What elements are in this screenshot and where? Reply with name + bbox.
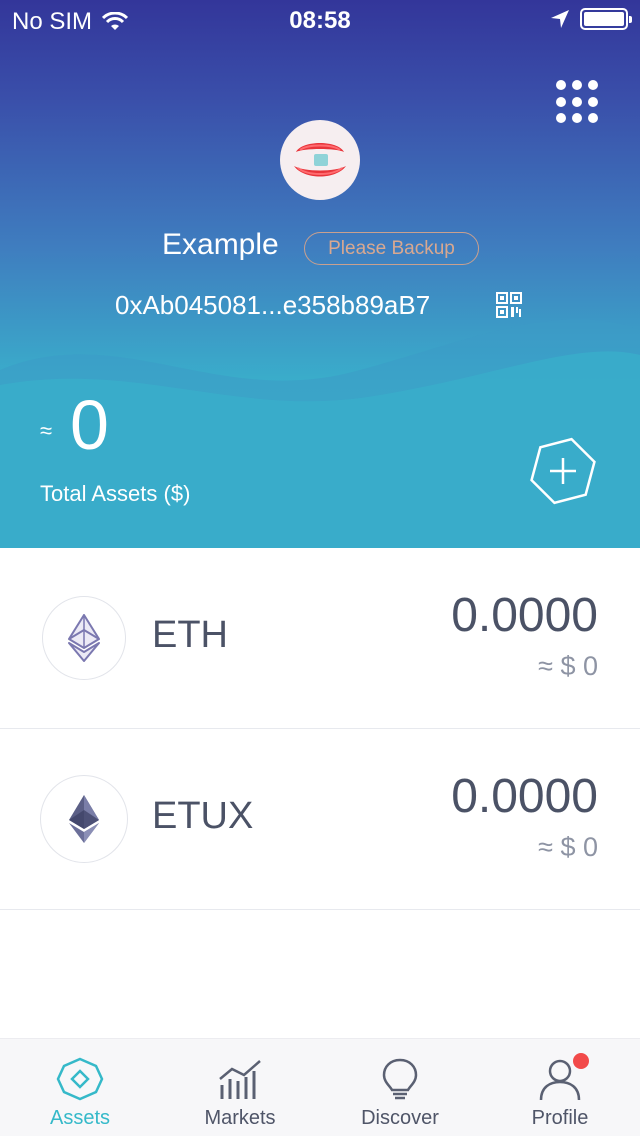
- bottom-tab-bar: Assets Markets Discover Profile: [0, 1038, 640, 1136]
- tab-label: Markets: [204, 1107, 276, 1129]
- qr-code-icon[interactable]: [496, 292, 522, 318]
- tab-profile[interactable]: Profile: [480, 1039, 640, 1136]
- lightbulb-icon: [382, 1058, 418, 1100]
- asset-row-eth[interactable]: ETH 0.0000 ≈ $ 0: [0, 548, 640, 729]
- total-assets-label: Total Assets ($): [40, 481, 191, 506]
- tab-label: Profile: [531, 1107, 589, 1129]
- markets-icon: [219, 1060, 261, 1099]
- status-bar: No SIM 08:58: [0, 0, 640, 40]
- battery-icon: [580, 8, 632, 30]
- apps-grid-button[interactable]: [556, 80, 600, 124]
- approx-symbol: ≈: [40, 418, 53, 443]
- coin-symbol: ETH: [152, 614, 228, 656]
- coin-symbol: ETUX: [152, 795, 254, 837]
- tab-assets[interactable]: Assets: [0, 1039, 160, 1136]
- coin-fiat-value: ≈ $ 0: [538, 651, 598, 681]
- assets-icon: [56, 1057, 104, 1101]
- location-arrow-icon: [551, 10, 569, 28]
- wallet-address[interactable]: 0xAb045081...e358b89aB7: [115, 290, 430, 321]
- ethereum-filled-icon: [69, 795, 99, 843]
- clam-pearl-icon: [294, 143, 346, 177]
- please-backup-button[interactable]: Please Backup: [304, 232, 479, 265]
- coin-icon-container: [40, 775, 128, 863]
- add-asset-button[interactable]: [528, 436, 598, 506]
- notification-badge: [573, 1053, 589, 1069]
- ethereum-outline-icon: [68, 614, 100, 662]
- tab-label: Assets: [49, 1107, 111, 1129]
- coin-icon-container: [42, 596, 126, 680]
- coin-balance: 0.0000: [451, 770, 598, 823]
- wallet-header: No SIM 08:58 Example Please Backup 0xAb0…: [0, 0, 640, 548]
- wallet-avatar[interactable]: [280, 120, 360, 200]
- total-assets-value: 0: [70, 386, 109, 464]
- coin-fiat-value: ≈ $ 0: [538, 832, 598, 862]
- wallet-name[interactable]: Example: [162, 228, 279, 262]
- asset-row-etux[interactable]: ETUX 0.0000 ≈ $ 0: [0, 729, 640, 910]
- tab-markets[interactable]: Markets: [160, 1039, 320, 1136]
- tab-label: Discover: [361, 1107, 439, 1129]
- status-time: 08:58: [289, 7, 351, 34]
- tab-discover[interactable]: Discover: [320, 1039, 480, 1136]
- coin-balance: 0.0000: [451, 589, 598, 642]
